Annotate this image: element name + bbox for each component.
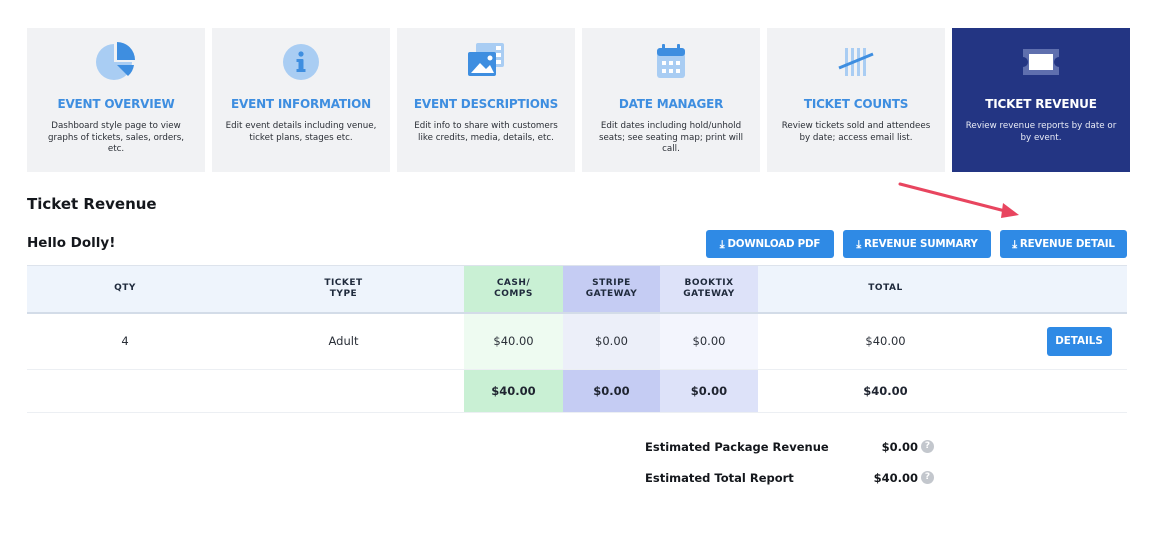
estimate-label: Estimated Total Report (645, 471, 794, 485)
tile-description: Edit info to share with customers like c… (414, 121, 558, 143)
tile-event-information[interactable]: EVENT INFORMATION Edit event details inc… (212, 28, 390, 172)
header-qty: QTY (27, 265, 223, 314)
download-icon: ⤓ (856, 237, 862, 251)
nav-tiles: EVENT OVERVIEW Dashboard style page to v… (27, 28, 1130, 172)
cell-cash: $40.00 (464, 312, 563, 370)
header-booktix-gateway: BOOKTIX GATEWAY (660, 265, 758, 314)
revenue-detail-button[interactable]: ⤓ REVENUE DETAIL (1000, 230, 1127, 258)
tile-ticket-counts[interactable]: TICKET COUNTS Review tickets sold and at… (767, 28, 945, 172)
tile-description: Review revenue reports by date or by eve… (965, 121, 1117, 143)
help-icon[interactable]: ? (921, 440, 934, 453)
cell-qty: 4 (27, 312, 223, 370)
tile-title: TICKET REVENUE (985, 97, 1097, 111)
button-label: REVENUE DETAIL (1019, 238, 1115, 250)
pie-chart-icon (27, 40, 205, 84)
cell-booktix: $0.00 (660, 312, 758, 370)
help-icon[interactable]: ? (921, 471, 934, 484)
total-total: $40.00 (758, 369, 1013, 413)
tally-icon (767, 40, 945, 84)
cell-ticket-type: Adult (223, 312, 464, 370)
table-header-row: QTY TICKET TYPE CASH/ COMPS STRIPE GATEW… (27, 265, 1127, 314)
estimate-label: Estimated Package Revenue (645, 440, 829, 454)
total-cash: $40.00 (464, 369, 563, 413)
tile-description: Edit dates including hold/unhold seats; … (598, 121, 744, 154)
revenue-summary-button[interactable]: ⤓ REVENUE SUMMARY (843, 230, 991, 258)
download-pdf-button[interactable]: ⤓ DOWNLOAD PDF (706, 230, 834, 258)
tile-ticket-revenue[interactable]: TICKET REVENUE Review revenue reports by… (952, 28, 1130, 172)
images-icon (397, 40, 575, 84)
table-total-row: $40.00 $0.00 $0.00 $40.00 (27, 369, 1127, 413)
cell-stripe: $0.00 (563, 312, 660, 370)
tile-event-descriptions[interactable]: EVENT DESCRIPTIONS Edit info to share wi… (397, 28, 575, 172)
cell-empty (223, 369, 464, 413)
estimate-value: $40.00 (873, 471, 918, 485)
estimate-value: $0.00 (881, 440, 918, 454)
tile-event-overview[interactable]: EVENT OVERVIEW Dashboard style page to v… (27, 28, 205, 172)
cell-empty (27, 369, 223, 413)
red-arrow-annotation (898, 182, 1019, 218)
button-label: REVENUE SUMMARY (864, 238, 978, 250)
header-total: TOTAL (758, 265, 1013, 314)
revenue-table: QTY TICKET TYPE CASH/ COMPS STRIPE GATEW… (27, 265, 1127, 413)
info-icon (212, 40, 390, 84)
tile-title: EVENT DESCRIPTIONS (413, 97, 559, 111)
cell-empty (1013, 369, 1127, 413)
tile-title: TICKET COUNTS (803, 97, 909, 111)
header-ticket-type: TICKET TYPE (223, 265, 464, 314)
ticket-icon (952, 40, 1130, 84)
download-icon: ⤓ (719, 237, 725, 251)
tile-date-manager[interactable]: DATE MANAGER Edit dates including hold/u… (582, 28, 760, 172)
event-name: Hello Dolly! (27, 235, 116, 251)
table-row: 4 Adult $40.00 $0.00 $0.00 $40.00 DETAIL… (27, 312, 1127, 370)
tile-title: EVENT OVERVIEW (57, 97, 175, 111)
page-title: Ticket Revenue (27, 195, 157, 213)
tile-description: Review tickets sold and attendees by dat… (781, 121, 931, 143)
button-label: DOWNLOAD PDF (727, 238, 821, 250)
tile-title: EVENT INFORMATION (230, 97, 372, 111)
total-booktix: $0.00 (660, 369, 758, 413)
header-action (1013, 265, 1127, 314)
tile-title: DATE MANAGER (618, 97, 724, 111)
tile-description: Edit event details including venue, tick… (225, 121, 377, 143)
details-button[interactable]: DETAILS (1046, 326, 1112, 356)
cell-action: DETAILS (1013, 312, 1127, 370)
cell-total: $40.00 (758, 312, 1013, 370)
total-stripe: $0.00 (563, 369, 660, 413)
tile-description: Dashboard style page to view graphs of t… (47, 121, 185, 154)
header-stripe-gateway: STRIPE GATEWAY (563, 265, 660, 314)
header-cash-comps: CASH/ COMPS (464, 265, 563, 314)
download-icon: ⤓ (1012, 237, 1017, 251)
calendar-icon (582, 40, 760, 84)
